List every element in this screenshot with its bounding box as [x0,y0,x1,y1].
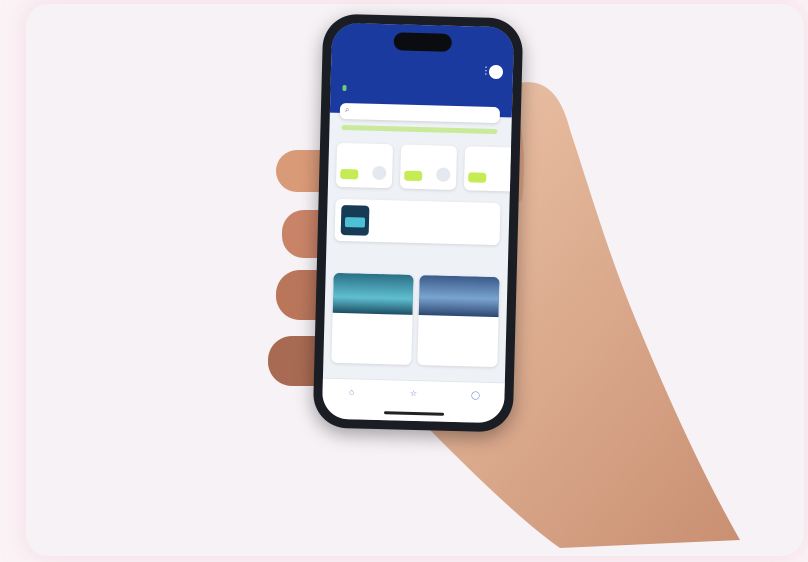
category-badge [340,168,359,180]
category-badge [468,172,487,183]
category-badge [404,170,423,182]
arrow-icon [436,167,451,182]
boat-image [418,275,500,318]
boat-card[interactable] [417,275,500,368]
boat-image [332,272,414,315]
tab-favorites[interactable]: ☆ [398,389,428,399]
home-icon: ⌂ [349,387,355,397]
welcome-text [342,84,347,92]
boat-card[interactable] [331,272,414,365]
featured-card[interactable] [334,198,501,246]
user-icon: ◯ [470,390,481,400]
progress-strip [341,124,498,135]
tab-home[interactable]: ⌂ [336,387,366,397]
featured-thumbnail [340,204,370,236]
more-icon[interactable]: ⋮ [481,66,491,78]
bottom-tab-bar: ⌂ ☆ ◯ [321,377,505,424]
search-icon: ⌕ [344,105,350,115]
avatar[interactable] [488,64,504,80]
star-icon: ☆ [409,388,418,399]
arrow-icon [372,165,387,181]
smartphone: ⋮ ⌕ ⌂ ☆ ◯ [312,13,524,433]
welcome-highlight [342,84,347,92]
category-card[interactable] [335,142,394,189]
header-actions: ⋮ [481,64,504,80]
category-cards [335,142,515,192]
dynamic-island [393,32,452,52]
home-indicator [383,411,445,416]
tab-profile[interactable]: ◯ [460,390,490,400]
search-input[interactable]: ⌕ [339,102,501,124]
category-card[interactable] [399,144,458,190]
phone-screen: ⋮ ⌕ ⌂ ☆ ◯ [321,22,515,424]
category-card[interactable] [463,146,515,192]
